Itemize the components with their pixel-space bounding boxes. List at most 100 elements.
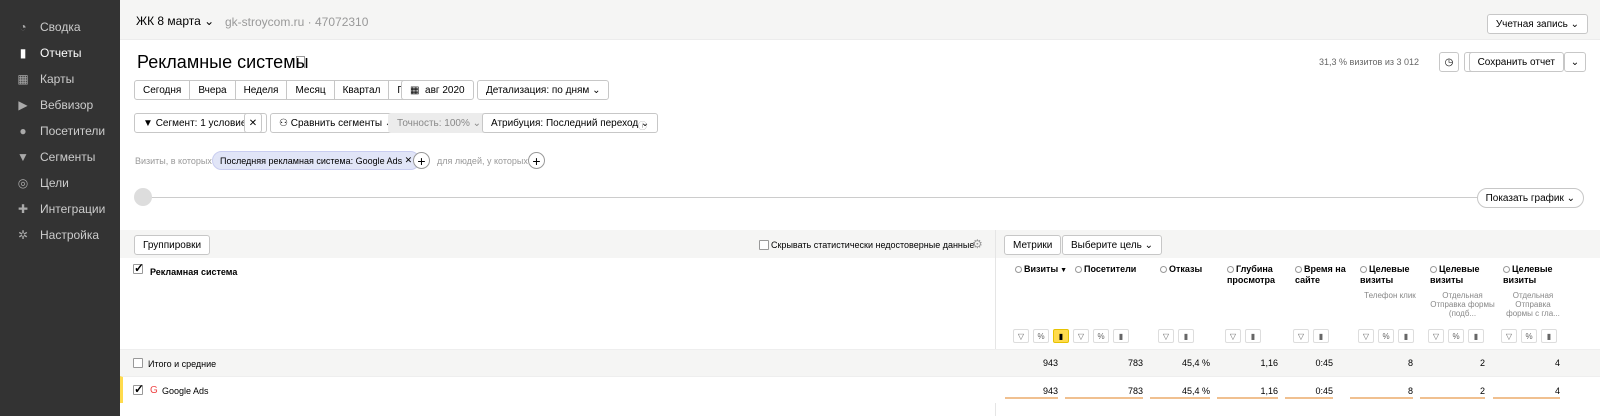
column-title: Целевые визиты bbox=[1360, 264, 1410, 285]
sidebar-item[interactable]: ◔ Сводка bbox=[0, 14, 120, 40]
google-icon: G bbox=[150, 385, 158, 396]
dimension-header[interactable]: Рекламная система bbox=[150, 267, 237, 277]
add-condition-button[interactable]: + bbox=[413, 152, 430, 169]
sidebar-item[interactable]: ◎ Цели bbox=[0, 170, 120, 196]
goal-select[interactable]: Выберите цель ⌄ bbox=[1062, 235, 1163, 255]
groupings-button[interactable]: Группировки bbox=[134, 235, 211, 255]
bar-chart-icon[interactable]: ▮ bbox=[1178, 329, 1194, 343]
bar-chart-icon[interactable]: ▮ bbox=[1541, 329, 1557, 343]
column-tools: ▽ ▮ bbox=[1158, 329, 1194, 343]
column-header[interactable]: Целевые визиты bbox=[1360, 264, 1420, 286]
period-button[interactable]: Сегодня bbox=[134, 80, 191, 100]
percent-icon[interactable]: % bbox=[1033, 329, 1049, 343]
info-icon[interactable] bbox=[1430, 266, 1437, 274]
info-icon[interactable] bbox=[1227, 266, 1234, 274]
filter-icon[interactable]: ▽ bbox=[1225, 329, 1241, 343]
column-header[interactable]: Время на сайте bbox=[1295, 264, 1350, 286]
save-options-button[interactable]: ⌄ bbox=[1564, 52, 1586, 72]
column-subtitle: Телефон клик bbox=[1364, 291, 1416, 300]
sidebar-item[interactable]: ▼ Сегменты bbox=[0, 144, 120, 170]
chart-icon[interactable] bbox=[134, 188, 152, 206]
metrics-button[interactable]: Метрики bbox=[1004, 235, 1062, 255]
account-button[interactable]: Учетная запись ⌄ bbox=[1486, 14, 1588, 34]
play-icon: ▶ bbox=[18, 98, 28, 112]
add-people-condition-button[interactable]: + bbox=[528, 152, 545, 169]
accuracy-select[interactable]: Точность: 100% ⌄ bbox=[388, 113, 491, 133]
info-icon[interactable] bbox=[1295, 266, 1302, 274]
value-bar bbox=[1420, 397, 1485, 399]
sidebar-item[interactable]: ▦ Карты bbox=[0, 66, 120, 92]
bar-chart-icon[interactable]: ▮ bbox=[1053, 329, 1069, 343]
filter-icon[interactable]: ▽ bbox=[1293, 329, 1309, 343]
filter-icon: ▼ bbox=[143, 117, 153, 129]
period-button[interactable]: Месяц bbox=[287, 80, 335, 100]
compare-segments-button[interactable]: ⚇ Сравнить сегменты ⌄ bbox=[270, 113, 403, 133]
info-icon[interactable] bbox=[1503, 266, 1510, 274]
column-header[interactable]: Целевые визиты bbox=[1430, 264, 1495, 286]
filter-icon[interactable]: ▽ bbox=[1358, 329, 1374, 343]
hide-unreliable-checkbox[interactable] bbox=[759, 240, 769, 250]
user-icon: ● bbox=[19, 124, 27, 138]
column-header[interactable]: Посетители bbox=[1075, 264, 1150, 275]
percent-icon[interactable]: % bbox=[1093, 329, 1109, 343]
filter-icon[interactable]: ▽ bbox=[1428, 329, 1444, 343]
filter-icon[interactable]: ▽ bbox=[1158, 329, 1174, 343]
save-report-button[interactable]: Сохранить отчет bbox=[1468, 52, 1564, 72]
bar-chart-icon[interactable]: ▮ bbox=[1113, 329, 1129, 343]
history-button[interactable]: ◷ bbox=[1439, 52, 1459, 72]
sidebar-item[interactable]: ✚ Интеграции bbox=[0, 196, 120, 222]
bar-chart-icon[interactable]: ▮ bbox=[1398, 329, 1414, 343]
period-button[interactable]: Вчера bbox=[190, 80, 236, 100]
period-button[interactable]: Квартал bbox=[334, 80, 390, 100]
column-header[interactable]: Визиты ▼ bbox=[1015, 264, 1075, 276]
table-cell: 2 bbox=[1479, 358, 1485, 368]
site-label: gk-stroycom.ru · 47072310 bbox=[225, 15, 369, 29]
sidebar-item[interactable]: ✲ Настройка bbox=[0, 222, 120, 248]
counter-selector[interactable]: ЖК 8 марта ⌄ bbox=[136, 14, 214, 28]
condition-chip[interactable]: Последняя рекламная система: Google Ads … bbox=[212, 151, 421, 170]
column-tools: ▽ ▮ bbox=[1293, 329, 1329, 343]
settings-icon[interactable]: ⚙ bbox=[972, 237, 983, 251]
sort-desc-icon[interactable]: ▼ bbox=[1058, 267, 1067, 274]
sidebar-item[interactable]: ▶ Вебвизор bbox=[0, 92, 120, 118]
column-header[interactable]: Целевые визиты bbox=[1503, 264, 1563, 286]
sidebar-item[interactable]: ● Посетители bbox=[0, 118, 120, 144]
value-bar bbox=[1350, 397, 1413, 399]
bar-chart-icon[interactable]: ▮ bbox=[1313, 329, 1329, 343]
date-range-button[interactable]: ▦ авг 2020 bbox=[401, 80, 474, 100]
table-cell: 0:45 bbox=[1315, 358, 1333, 368]
bookmark-icon[interactable] bbox=[296, 56, 305, 68]
column-tools: ▽ ▮ bbox=[1225, 329, 1261, 343]
bar-chart-icon[interactable]: ▮ bbox=[1468, 329, 1484, 343]
select-all-checkbox[interactable] bbox=[133, 261, 144, 275]
percent-icon[interactable]: % bbox=[1448, 329, 1464, 343]
sidebar-item[interactable]: ▮ Отчеты bbox=[0, 40, 120, 66]
table-cell: 783 bbox=[1127, 386, 1143, 396]
row-checkbox[interactable] bbox=[133, 358, 143, 368]
compare-icon: ⚇ bbox=[279, 117, 288, 129]
sidebar-item-label: Настройка bbox=[40, 228, 100, 242]
percent-icon[interactable]: % bbox=[1378, 329, 1394, 343]
close-icon[interactable]: ✕ bbox=[405, 155, 413, 166]
filter-icon[interactable]: ▽ bbox=[1501, 329, 1517, 343]
bar-chart-icon[interactable]: ▮ bbox=[1245, 329, 1261, 343]
column-header[interactable]: Глубина просмотра bbox=[1227, 264, 1287, 286]
row-checkbox[interactable] bbox=[133, 382, 144, 396]
attribution-select[interactable]: Атрибуция: Последний переход ⌄ bbox=[482, 113, 659, 133]
filter-icon[interactable]: ▽ bbox=[1073, 329, 1089, 343]
period-button[interactable]: Неделя bbox=[235, 80, 288, 100]
info-icon[interactable]: ⓘ bbox=[638, 119, 647, 132]
percent-icon[interactable]: % bbox=[1521, 329, 1537, 343]
info-icon[interactable] bbox=[1075, 266, 1082, 274]
table-cell: 4 bbox=[1554, 358, 1560, 368]
show-chart-button[interactable]: Показать график ⌄ bbox=[1476, 188, 1584, 208]
info-icon[interactable] bbox=[1160, 266, 1167, 274]
column-title: Глубина просмотра bbox=[1227, 264, 1276, 285]
clear-segment-button[interactable]: ✕ bbox=[244, 113, 262, 133]
filter-icon[interactable]: ▽ bbox=[1013, 329, 1029, 343]
column-tools: ▽% ▮ bbox=[1073, 329, 1129, 343]
info-icon[interactable] bbox=[1360, 266, 1367, 274]
detail-select[interactable]: Детализация: по дням ⌄ bbox=[477, 80, 610, 100]
column-header[interactable]: Отказы bbox=[1160, 264, 1220, 275]
info-icon[interactable] bbox=[1015, 266, 1022, 274]
